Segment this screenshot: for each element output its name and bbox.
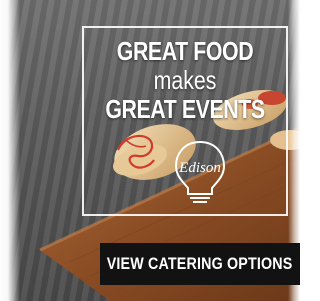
view-catering-options-button[interactable]: VIEW CATERING OPTIONS (100, 243, 300, 285)
logo-text: Edison (178, 160, 221, 176)
cta-label: VIEW CATERING OPTIONS (107, 254, 293, 273)
edison-lightbulb-logo: Edison (174, 140, 226, 203)
catering-banner-ad[interactable]: GREAT FOOD makes GREAT EVENTS Edison VIE… (0, 0, 300, 301)
headline-line-2: makes (153, 65, 217, 95)
headline-line-1: GREAT FOOD (116, 36, 254, 66)
headline: GREAT FOOD makes GREAT EVENTS (84, 36, 286, 124)
left-fade-edge (0, 0, 20, 301)
headline-line-3: GREAT EVENTS (105, 94, 265, 124)
